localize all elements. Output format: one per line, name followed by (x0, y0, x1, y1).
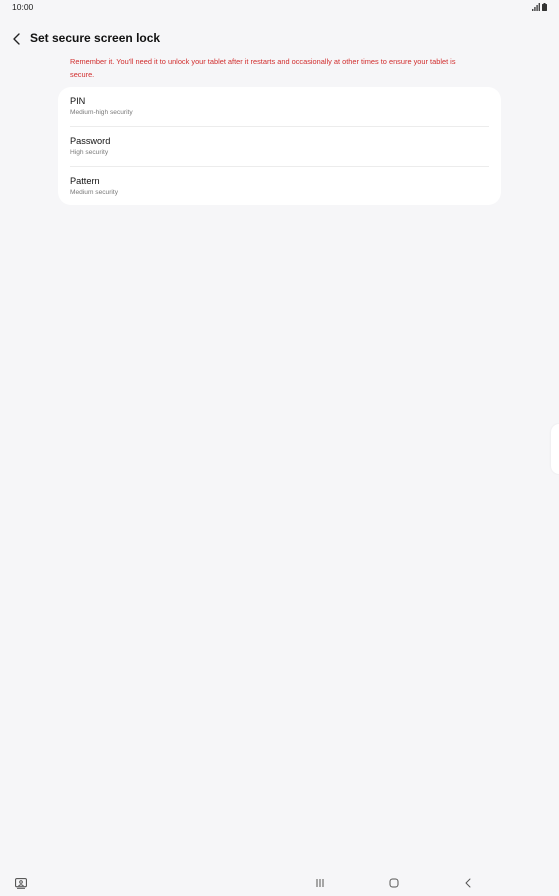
option-subtitle: Medium-high security (70, 109, 133, 116)
signal-icon (532, 3, 540, 11)
recents-icon (316, 879, 324, 887)
page-title: Set secure screen lock (30, 31, 161, 45)
chevron-left-icon (13, 33, 20, 45)
back-icon (465, 878, 471, 888)
option-title: PIN (70, 96, 86, 106)
keyboard-button[interactable] (12, 875, 30, 891)
lock-options-card: PIN Medium-high security Password High s… (58, 87, 501, 205)
navigation-bar (0, 871, 559, 896)
status-bar: 10:00 (0, 0, 559, 14)
back-button[interactable] (9, 31, 25, 47)
battery-icon (542, 3, 547, 11)
option-subtitle: Medium security (70, 189, 119, 196)
option-subtitle: High security (70, 149, 109, 156)
recents-button[interactable] (311, 875, 329, 891)
status-time: 10:00 (12, 2, 34, 12)
edge-panel-handle[interactable] (551, 424, 559, 474)
home-button[interactable] (385, 875, 403, 891)
option-pin[interactable]: PIN Medium-high security (58, 87, 501, 126)
keyboard-icon (15, 877, 27, 889)
option-title: Pattern (70, 176, 100, 186)
nav-back-button[interactable] (459, 875, 477, 891)
status-icons (532, 2, 547, 11)
app-header: Set secure screen lock (0, 28, 559, 50)
option-password[interactable]: Password High security (58, 127, 501, 166)
home-icon (389, 878, 399, 888)
option-pattern[interactable]: Pattern Medium security (58, 167, 501, 206)
warning-message: Remember it. You'll need it to unlock yo… (70, 57, 456, 79)
option-title: Password (70, 136, 111, 146)
